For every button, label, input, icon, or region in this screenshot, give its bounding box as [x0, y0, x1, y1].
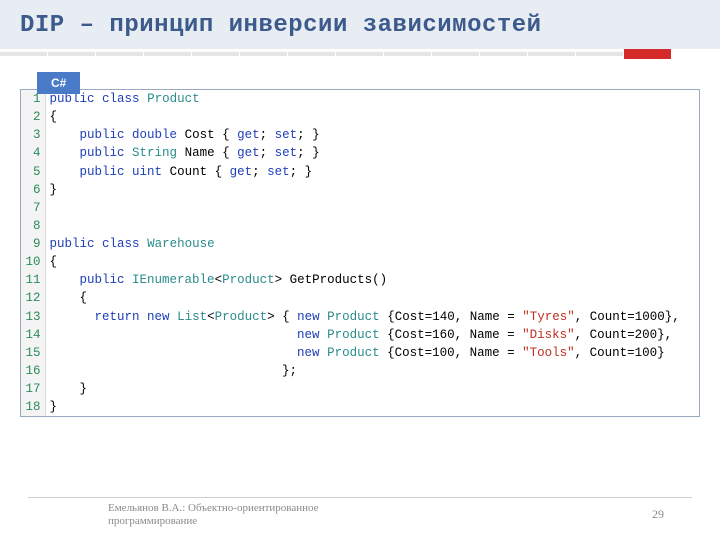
- language-tab: C#: [37, 72, 80, 94]
- code-line: 8: [21, 217, 699, 235]
- code-line: 10{: [21, 253, 699, 271]
- line-number: 9: [21, 235, 45, 253]
- code-content: [45, 199, 699, 217]
- code-content: public IEnumerable<Product> GetProducts(…: [45, 271, 699, 289]
- code-line: 6}: [21, 181, 699, 199]
- line-number: 17: [21, 380, 45, 398]
- code-content: new Product {Cost=100, Name = "Tools", C…: [45, 344, 699, 362]
- code-content: {: [45, 289, 699, 307]
- footer-line1: Емельянов В.А.: Объектно-ориентированное: [108, 502, 319, 514]
- line-number: 6: [21, 181, 45, 199]
- code-content: }: [45, 181, 699, 199]
- line-number: 3: [21, 126, 45, 144]
- footer-text: Емельянов В.А.: Объектно-ориентированное…: [108, 502, 319, 528]
- code-line: 16 };: [21, 362, 699, 380]
- code-line: 4 public String Name { get; set; }: [21, 144, 699, 162]
- footer: Емельянов В.А.: Объектно-ориентированное…: [28, 497, 692, 528]
- line-number: 11: [21, 271, 45, 289]
- code-content: return new List<Product> { new Product {…: [45, 308, 699, 326]
- title-bar: DIP – принцип инверсии зависимостей: [0, 0, 720, 49]
- page-number: 29: [652, 507, 664, 522]
- code-content: }: [45, 380, 699, 398]
- code-line: 15 new Product {Cost=100, Name = "Tools"…: [21, 344, 699, 362]
- code-line: 18}: [21, 398, 699, 416]
- line-number: 7: [21, 199, 45, 217]
- code-line: 1public class Product: [21, 90, 699, 108]
- code-content: new Product {Cost=160, Name = "Disks", C…: [45, 326, 699, 344]
- code-content: public class Product: [45, 90, 699, 108]
- code-line: 13 return new List<Product> { new Produc…: [21, 308, 699, 326]
- line-number: 8: [21, 217, 45, 235]
- code-content: };: [45, 362, 699, 380]
- line-number: 15: [21, 344, 45, 362]
- line-number: 2: [21, 108, 45, 126]
- code-line: 9public class Warehouse: [21, 235, 699, 253]
- line-number: 16: [21, 362, 45, 380]
- code-content: public String Name { get; set; }: [45, 144, 699, 162]
- footer-line2: программирование: [108, 515, 197, 527]
- code-table: 1public class Product2{3 public double C…: [21, 90, 699, 416]
- code-line: 2{: [21, 108, 699, 126]
- slide-body: C# 1public class Product2{3 public doubl…: [0, 59, 720, 417]
- code-content: {: [45, 108, 699, 126]
- code-content: public double Cost { get; set; }: [45, 126, 699, 144]
- code-line: 5 public uint Count { get; set; }: [21, 163, 699, 181]
- code-content: public uint Count { get; set; }: [45, 163, 699, 181]
- code-line: 12 {: [21, 289, 699, 307]
- line-number: 13: [21, 308, 45, 326]
- line-number: 18: [21, 398, 45, 416]
- code-line: 7: [21, 199, 699, 217]
- code-line: 11 public IEnumerable<Product> GetProduc…: [21, 271, 699, 289]
- divider: [0, 49, 720, 59]
- code-content: }: [45, 398, 699, 416]
- line-number: 4: [21, 144, 45, 162]
- line-number: 10: [21, 253, 45, 271]
- code-content: {: [45, 253, 699, 271]
- line-number: 5: [21, 163, 45, 181]
- code-line: 3 public double Cost { get; set; }: [21, 126, 699, 144]
- line-number: 12: [21, 289, 45, 307]
- line-number: 14: [21, 326, 45, 344]
- code-content: [45, 217, 699, 235]
- slide-title: DIP – принцип инверсии зависимостей: [20, 12, 700, 39]
- code-block: C# 1public class Product2{3 public doubl…: [20, 89, 700, 417]
- code-line: 14 new Product {Cost=160, Name = "Disks"…: [21, 326, 699, 344]
- code-content: public class Warehouse: [45, 235, 699, 253]
- code-line: 17 }: [21, 380, 699, 398]
